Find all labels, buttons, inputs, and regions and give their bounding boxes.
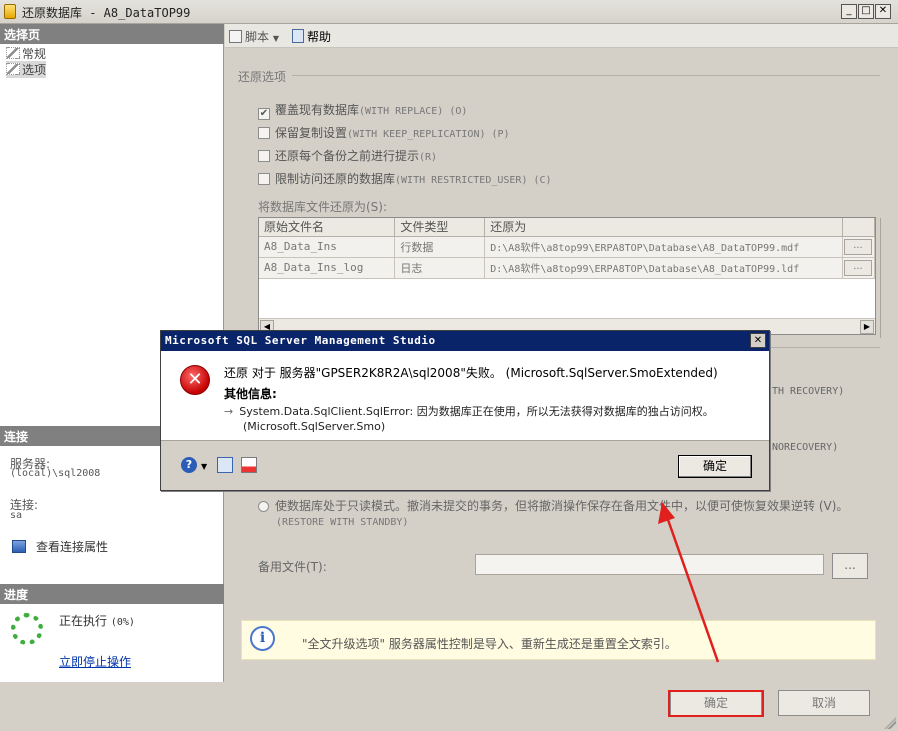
dialog-tools: ? ▼ (181, 457, 261, 473)
error-message: 还原 对于 服务器"GPSER2K8R2A\sql2008"失败。 (Micro… (224, 366, 718, 380)
error-detail: → System.Data.SqlClient.SqlError: 因为数据库正在… (224, 405, 714, 433)
arrow-head (658, 502, 675, 524)
arrow-line (664, 513, 720, 663)
chevron-down-icon[interactable]: ▼ (201, 462, 207, 471)
dialog-title: Microsoft SQL Server Management Studio (165, 334, 436, 347)
help-icon[interactable]: ? (181, 457, 197, 473)
additional-info-header: 其他信息: (224, 387, 277, 401)
copy-icon[interactable] (216, 457, 233, 473)
error-dialog[interactable]: Microsoft SQL Server Management Studio ✕… (160, 330, 770, 491)
show-details-icon[interactable] (240, 457, 257, 473)
dialog-body: ✕ 还原 对于 服务器"GPSER2K8R2A\sql2008"失败。 (Mic… (161, 351, 769, 441)
error-icon: ✕ (180, 365, 210, 395)
dialog-close-button[interactable]: ✕ (750, 333, 766, 348)
dialog-ok-button[interactable]: 确定 (678, 455, 752, 478)
arrow-right-icon: → (224, 405, 234, 418)
dialog-titlebar[interactable]: Microsoft SQL Server Management Studio ✕ (161, 331, 769, 351)
